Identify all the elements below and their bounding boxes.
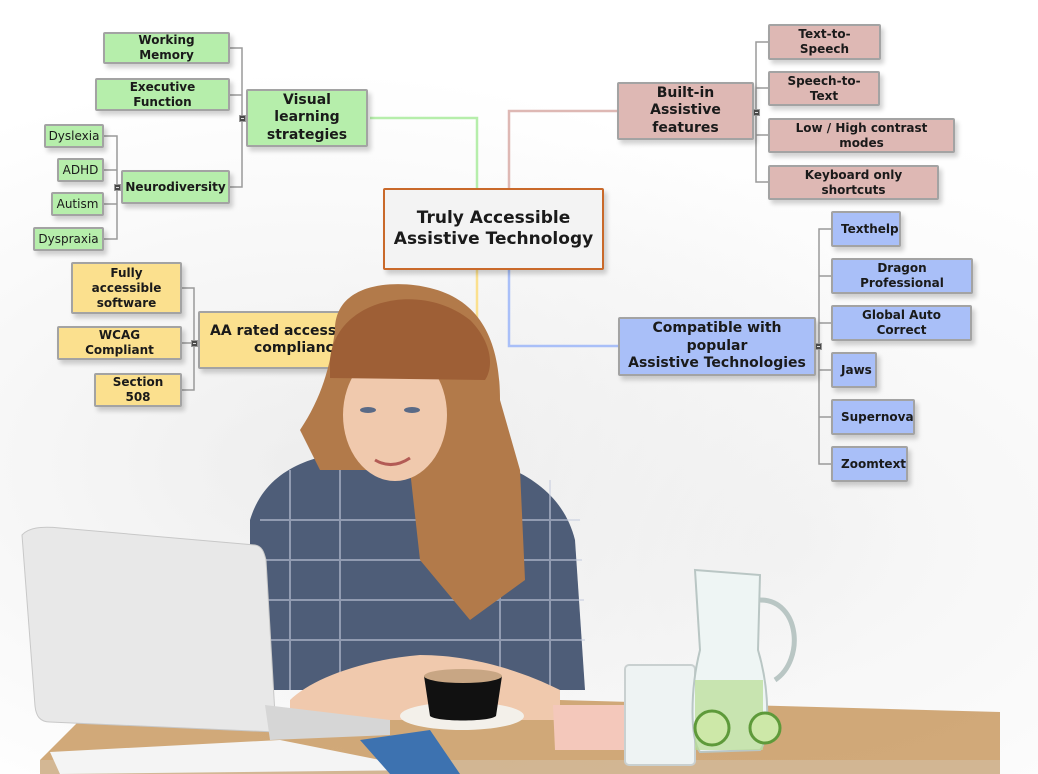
photo-woman-laptop [21, 284, 1000, 774]
glass [624, 664, 696, 766]
cucumber-slice [693, 709, 731, 747]
mind-map-canvas: Working Memory Executive Function Visual… [0, 0, 1038, 774]
laptop [21, 526, 277, 733]
cucumber-slice [748, 711, 782, 745]
